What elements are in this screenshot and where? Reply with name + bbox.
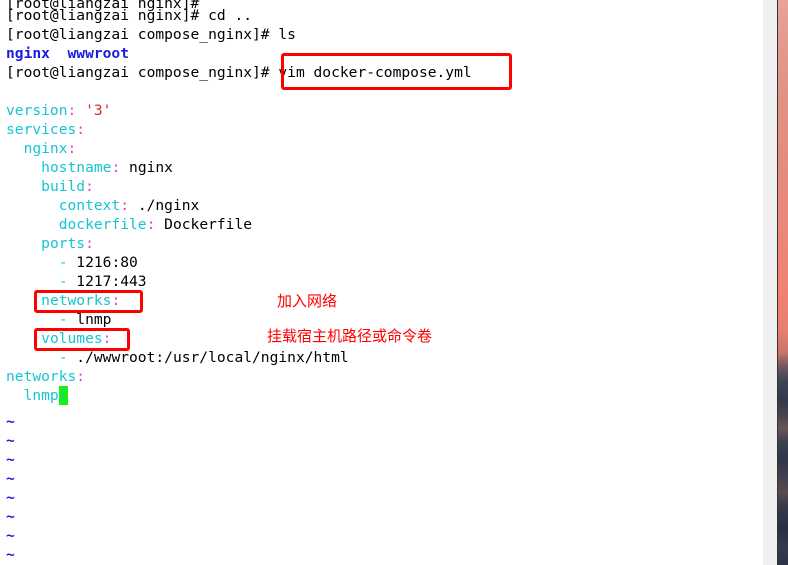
code-token: hostname bbox=[41, 159, 112, 176]
vim-line: dockerfile: Dockerfile bbox=[6, 215, 252, 234]
code-token: - bbox=[58, 254, 68, 271]
code-token: networks bbox=[6, 368, 77, 385]
code-token: : bbox=[76, 368, 86, 385]
desktop-wallpaper-strip bbox=[778, 0, 788, 565]
code-token: 1217:443 bbox=[67, 273, 147, 290]
code-token: context bbox=[58, 197, 121, 214]
code-token: 1216:80 bbox=[67, 254, 138, 271]
code-token: ./nginx bbox=[129, 197, 200, 214]
code-token: networks bbox=[41, 292, 112, 309]
vim-line: - 1216:80 bbox=[6, 253, 138, 272]
code-token: : bbox=[85, 178, 94, 195]
vim-line: hostname: nginx bbox=[6, 158, 173, 177]
code-token: services bbox=[6, 121, 77, 138]
vim-line: networks: bbox=[6, 367, 85, 386]
shell-line: [root@liangzai compose_nginx]# ls bbox=[6, 25, 296, 44]
code-token: - bbox=[58, 311, 68, 328]
code-token: nginx wwwroot bbox=[6, 45, 130, 62]
vim-line: nginx: bbox=[6, 139, 77, 158]
code-token: lnmp bbox=[23, 387, 59, 404]
shell-line: [root@liangzai nginx]# cd .. bbox=[6, 6, 252, 25]
shell-line: [root@liangzai compose_nginx]# vim docke… bbox=[6, 63, 472, 82]
vim-tilde-marker: ~ bbox=[6, 508, 15, 525]
vim-line: version: '3' bbox=[6, 101, 111, 120]
code-token: '3' bbox=[85, 102, 112, 119]
vim-line: build: bbox=[6, 177, 94, 196]
code-token: : bbox=[76, 121, 86, 138]
code-token: - bbox=[58, 273, 68, 290]
vim-line: context: ./nginx bbox=[6, 196, 200, 215]
code-token: volumes bbox=[41, 330, 103, 347]
code-token: [root@liangzai nginx]# cd .. bbox=[6, 7, 253, 24]
desktop-gutter bbox=[763, 0, 777, 565]
vim-line: - ./wwwroot:/usr/local/nginx/html bbox=[6, 348, 349, 367]
code-token: : bbox=[111, 159, 121, 176]
code-token: [root@liangzai compose_nginx]# vim docke… bbox=[6, 64, 472, 81]
annotation-network-note: 加入网络 bbox=[277, 292, 338, 310]
shell-line: nginx wwwroot bbox=[6, 44, 129, 63]
code-token: nginx bbox=[120, 159, 173, 176]
vim-line: - 1217:443 bbox=[6, 272, 147, 291]
code-token: : bbox=[102, 330, 112, 347]
vim-tilde-marker: ~ bbox=[6, 451, 15, 468]
code-token: Dockerfile bbox=[155, 216, 253, 233]
code-token: : bbox=[120, 197, 130, 214]
terminal-text-area[interactable]: [root@liangzai nginx]# [root@liangzai ng… bbox=[0, 0, 763, 565]
code-token: dockerfile bbox=[58, 216, 147, 233]
code-token: : bbox=[67, 140, 77, 157]
annotation-volume-note: 挂载宿主机路径或命令卷 bbox=[267, 327, 433, 345]
code-token: - bbox=[58, 349, 68, 366]
vim-tilde-marker: ~ bbox=[6, 527, 15, 544]
vim-tilde-marker: ~ bbox=[6, 489, 15, 506]
code-token: lnmp bbox=[67, 311, 112, 328]
code-token: ports bbox=[41, 235, 86, 252]
vim-line: lnmp: bbox=[6, 386, 68, 406]
vim-line: ports: bbox=[6, 234, 94, 253]
code-token: build bbox=[41, 178, 86, 195]
code-token: nginx bbox=[23, 140, 68, 157]
code-token: : bbox=[111, 292, 121, 309]
vim-tilde-marker: ~ bbox=[6, 413, 15, 430]
code-token: version bbox=[6, 102, 68, 119]
code-token: : bbox=[67, 102, 77, 119]
vim-tilde-marker: ~ bbox=[6, 470, 15, 487]
terminal-screen: [root@liangzai nginx]# [root@liangzai ng… bbox=[0, 0, 788, 565]
code-token: [root@liangzai compose_nginx]# ls bbox=[6, 26, 296, 43]
vim-tilde-marker: ~ bbox=[6, 432, 15, 449]
code-token: ./wwwroot:/usr/local/nginx/html bbox=[67, 349, 349, 366]
vim-tilde-marker: ~ bbox=[6, 546, 15, 563]
vim-line: - lnmp bbox=[6, 310, 112, 329]
code-token: : bbox=[85, 235, 94, 252]
vim-line: volumes: bbox=[6, 329, 111, 348]
vim-line: networks: bbox=[6, 291, 120, 310]
text-cursor: : bbox=[58, 386, 68, 406]
vim-line: services: bbox=[6, 120, 85, 139]
